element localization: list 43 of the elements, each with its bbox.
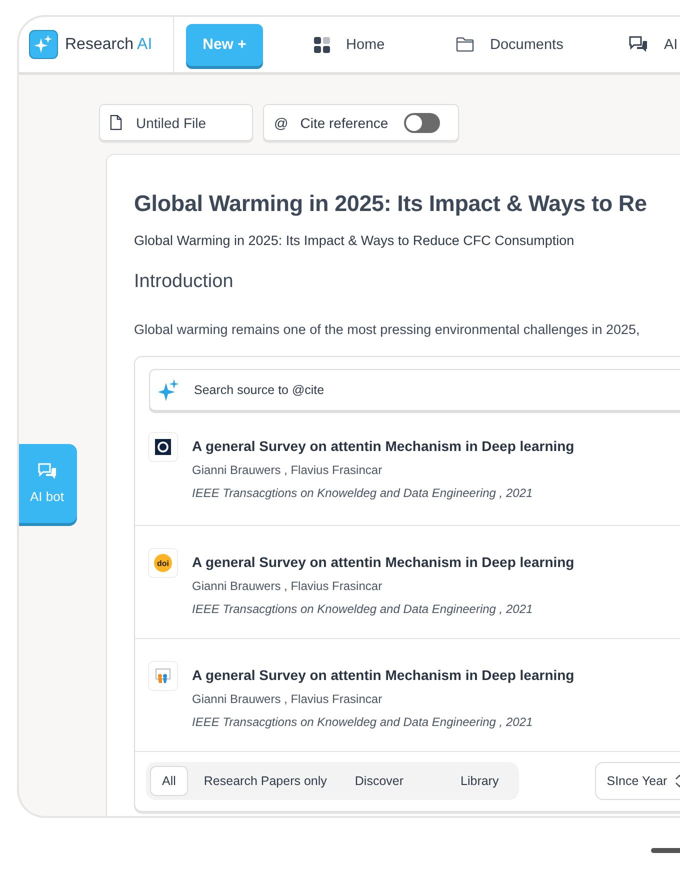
cite-reference-label: Cite reference xyxy=(300,114,388,130)
source-result[interactable]: doi A general Survey on attentin Mechanism in Deep learning Gianni Brauwers , Flavius Frasincar IEEE Transacgtions on Knoweldeg and Data Engineering , 2021 xyxy=(135,526,680,639)
source-search-input[interactable]: Search source to @cite xyxy=(192,382,680,398)
result-title: A general Survey on attentin Mechanism in Deep learning xyxy=(192,667,574,683)
chat-icon xyxy=(38,463,56,480)
sparkle-icon xyxy=(158,379,180,401)
source-badge: doi xyxy=(154,554,172,572)
nav-link[interactable]: AI xyxy=(664,36,678,52)
cite-toggle[interactable] xyxy=(404,112,440,132)
document-subtitle: Global Warming in 2025: Its Impact & Ways to Reduce CFC Consumption xyxy=(134,233,576,248)
filter-tab[interactable]: Research Papers only xyxy=(192,766,339,796)
year-select[interactable]: SInce Year xyxy=(594,762,680,800)
home-indicator xyxy=(651,848,680,853)
result-journal: IEEE Transacgtions on Knoweldeg and Data Engineering , 2021 xyxy=(192,602,534,616)
nav-link[interactable]: Documents xyxy=(490,36,564,52)
file-icon xyxy=(110,114,122,131)
brand-name: Research AI xyxy=(65,36,152,54)
at-sign: @ xyxy=(274,114,288,130)
paragraph-text: Global warming remains one of the most pressing environmental challenges in 2025, xyxy=(134,322,641,337)
result-authors: Gianni Brauwers , Flavius Frasincar xyxy=(192,463,384,477)
chat-icon xyxy=(629,36,648,53)
result-title: A general Survey on attentin Mechanism in Deep learning xyxy=(192,554,574,570)
ring-logo-icon xyxy=(155,439,171,455)
result-authors: Gianni Brauwers , Flavius Frasincar xyxy=(192,579,384,593)
result-journal: IEEE Transacgtions on Knoweldeg and Data Engineering , 2021 xyxy=(192,486,534,500)
filter-tab[interactable]: Discover xyxy=(342,766,445,796)
filter-tab[interactable]: Library xyxy=(448,766,511,796)
grid-icon xyxy=(314,36,330,52)
file-name-input[interactable]: Untiled File xyxy=(134,114,242,132)
document-title: Global Warming in 2025: Its Impact & Ways to Re xyxy=(134,191,648,217)
folder-icon xyxy=(456,37,474,52)
result-title: A general Survey on attentin Mechanism in Deep learning xyxy=(192,438,574,454)
result-authors: Gianni Brauwers , Flavius Frasincar xyxy=(192,692,384,706)
sparkle-logo-icon xyxy=(29,30,58,59)
result-journal: IEEE Transacgtions on Knoweldeg and Data Engineering , 2021 xyxy=(192,715,534,729)
file-name-field[interactable]: Untiled File xyxy=(99,104,253,141)
filter-tab[interactable]: All xyxy=(150,766,188,796)
search-field[interactable]: Search source to @cite xyxy=(149,369,680,411)
source-result[interactable]: A general Survey on attentin Mechanism in Deep learning Gianni Brauwers , Flavius Frasincar IEEE Transacgtions on Knoweldeg and Data Engineering , 2021 xyxy=(135,411,680,526)
source-result[interactable]: A general Survey on attentin Mechanism in Deep learning Gianni Brauwers , Flavius Frasincar IEEE Transacgtions on Knoweldeg and Data Engineering , 2021 xyxy=(135,639,680,752)
people-logo-icon xyxy=(155,668,171,684)
section-heading: Introduction xyxy=(134,271,234,293)
nav-link[interactable]: Home xyxy=(346,36,385,52)
